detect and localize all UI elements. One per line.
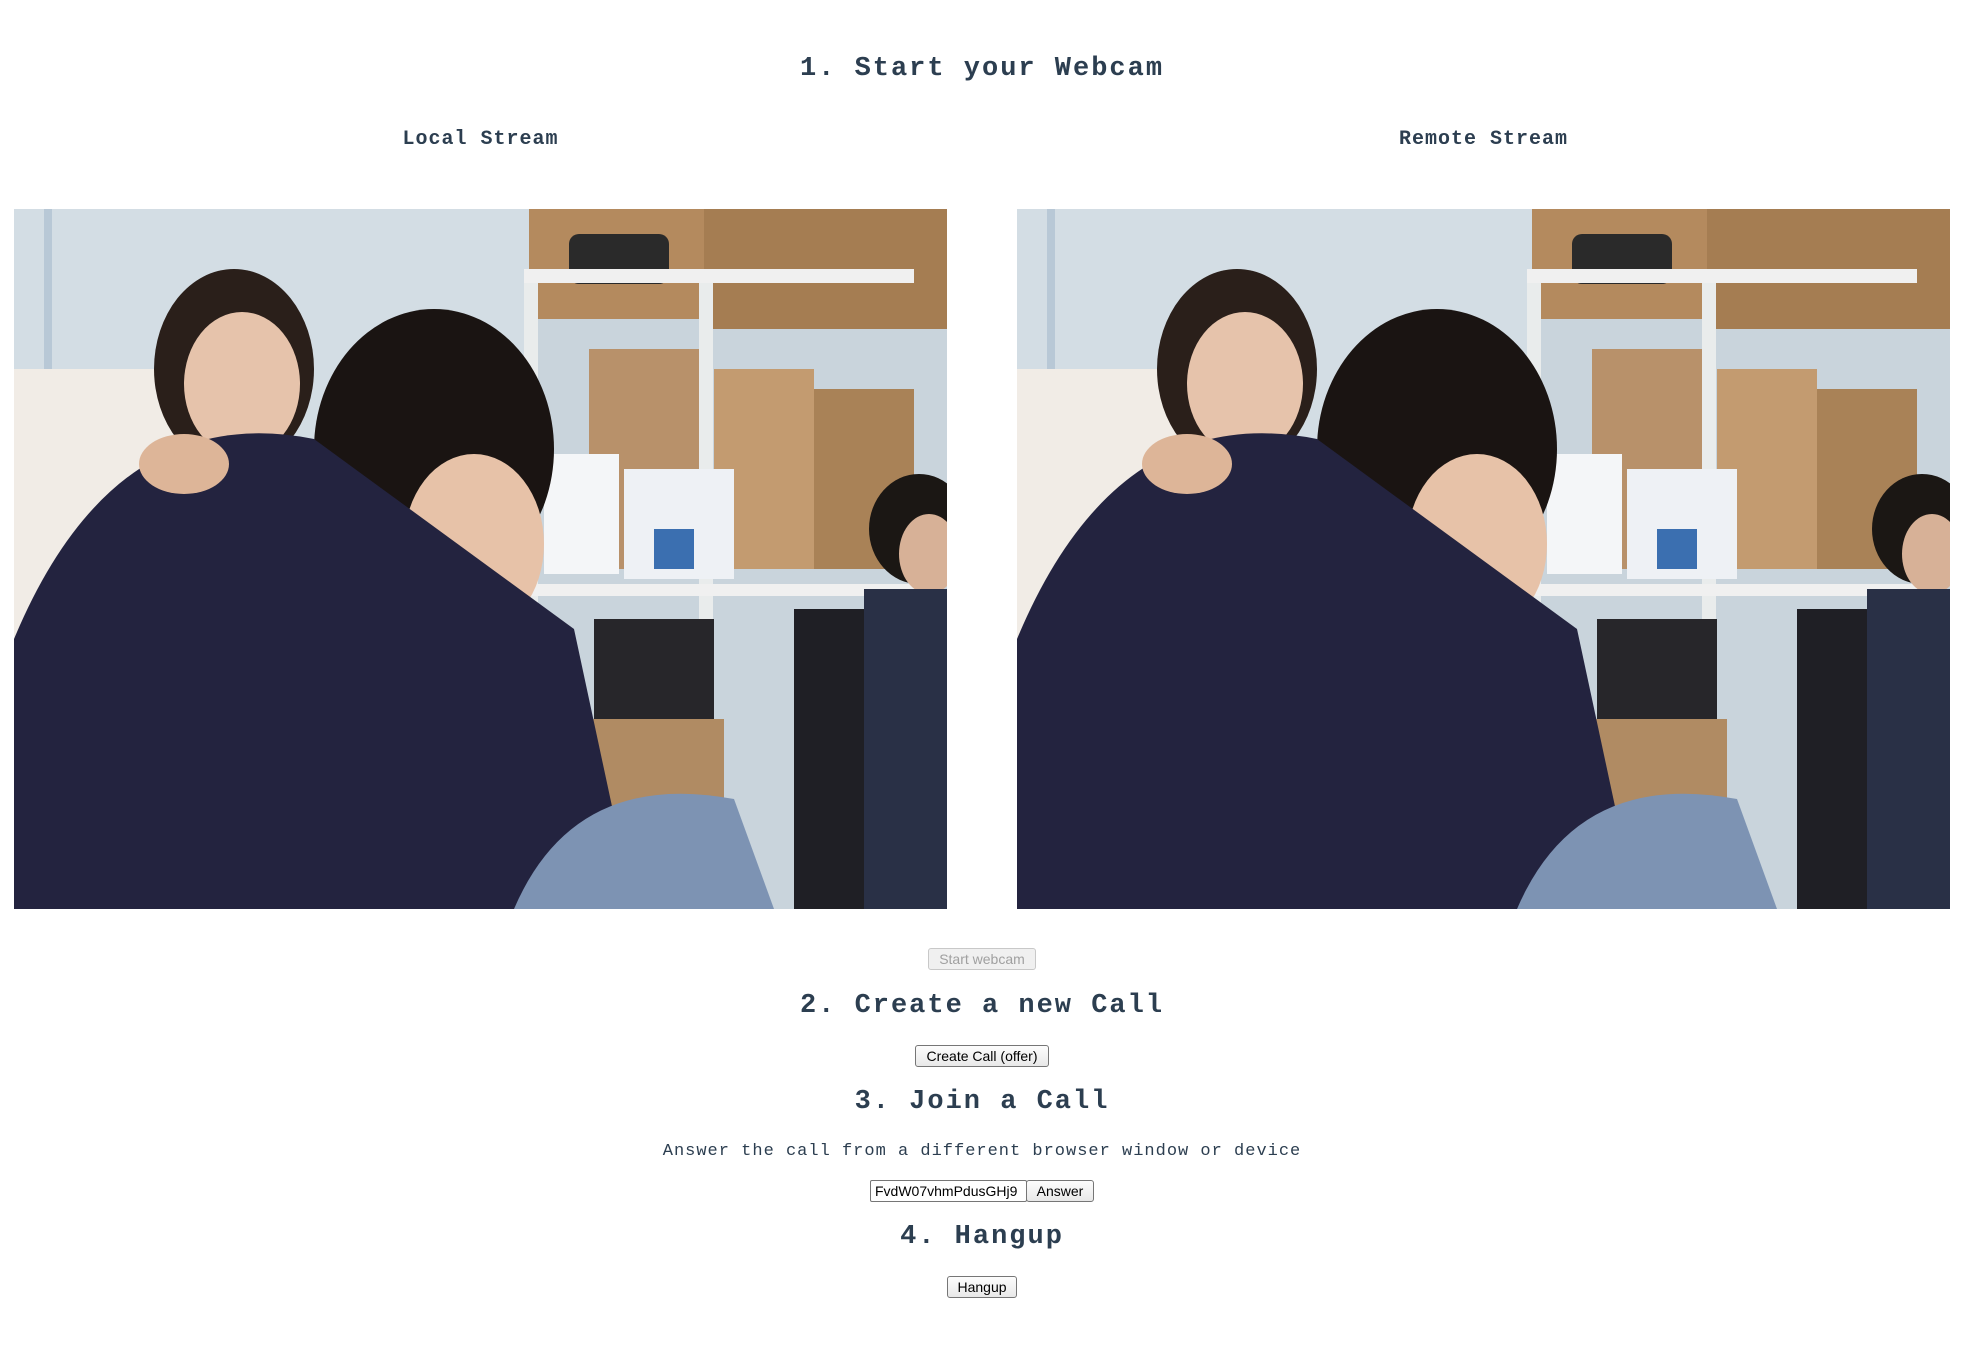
start-webcam-button[interactable]: Start webcam — [928, 948, 1036, 970]
create-call-button[interactable]: Create Call (offer) — [915, 1045, 1049, 1067]
local-video — [14, 209, 947, 909]
remote-video — [1017, 209, 1950, 909]
remote-stream-label: Remote Stream — [1398, 128, 1569, 151]
hangup-heading: 4. Hangup — [900, 1222, 1064, 1252]
create-call-heading: 2. Create a new Call — [799, 991, 1165, 1021]
webcam-heading: 1. Start your Webcam — [799, 54, 1165, 84]
join-call-heading: 3. Join a Call — [854, 1087, 1110, 1117]
local-stream-label: Local Stream — [402, 128, 559, 151]
hangup-button[interactable]: Hangup — [947, 1276, 1017, 1298]
join-call-description: Answer the call from a different browser… — [662, 1142, 1302, 1161]
answer-button[interactable]: Answer — [1026, 1180, 1094, 1202]
call-id-input[interactable]: FvdW07vhmPdusGHj9 — [870, 1180, 1027, 1202]
